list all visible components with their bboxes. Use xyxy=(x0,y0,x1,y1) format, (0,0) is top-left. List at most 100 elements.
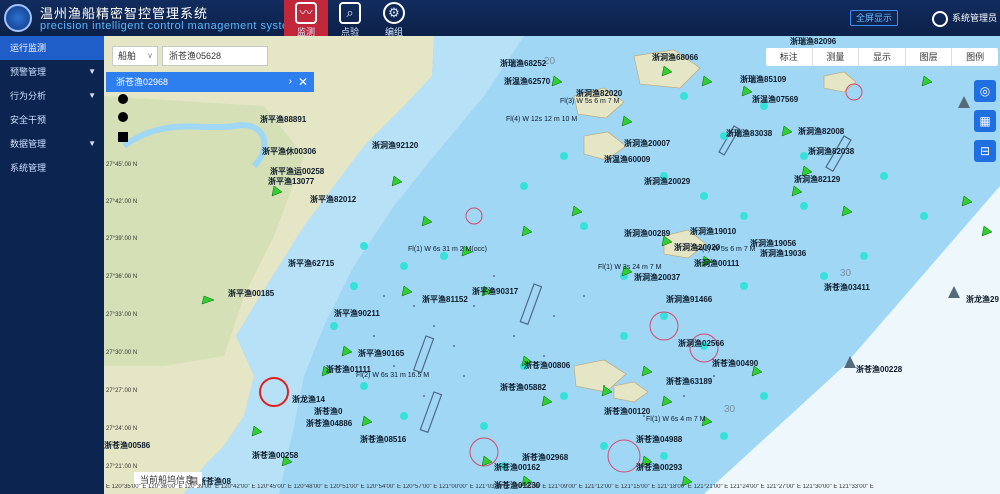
vessel-label[interactable]: 浙苍渔00162 xyxy=(494,462,540,473)
selected-ship-panel[interactable]: 浙苍渔02968 › ✕ xyxy=(106,72,314,92)
vessel-label[interactable]: 浙洞渔20029 xyxy=(644,176,690,187)
vessel-label[interactable]: 浙苍渔05882 xyxy=(500,382,546,393)
collapse-icon[interactable]: › xyxy=(289,72,292,92)
vessel-label[interactable]: 浙龙渔29 xyxy=(966,294,999,305)
vessel-label[interactable]: 浙平渔休00306 xyxy=(262,146,316,157)
vessel-label[interactable]: 浙平渔90165 xyxy=(358,348,404,359)
vessel-label[interactable]: 浙苍渔00228 xyxy=(856,364,902,375)
deep-water xyxy=(704,186,1000,494)
latitude-label: 27°39'.00 N xyxy=(106,236,138,242)
vessel-label[interactable]: 浙温渔07569 xyxy=(752,94,798,105)
app-header: 温州渔船精密智控管理系统 precision intelligent contr… xyxy=(0,0,1000,37)
vessel-label[interactable]: 浙洞渔19036 xyxy=(760,248,806,259)
vessel-label[interactable]: 浙平渔00185 xyxy=(228,288,274,299)
vessel-label[interactable]: 浙苍渔00258 xyxy=(252,450,298,461)
sea-chart-map[interactable]: 30 30 20 27°45'.00 N 27°42'.00 N 27°39'.… xyxy=(104,36,1000,494)
target-type-select[interactable]: 船舶 ∨ xyxy=(112,46,158,66)
vessel-label[interactable]: 浙洞渔82038 xyxy=(808,146,854,157)
document-search-icon: ⌕ xyxy=(339,2,361,24)
vessel-label[interactable]: 浙洞渔19010 xyxy=(690,226,736,237)
sidebar-item-data[interactable]: 数据管理 ▼ xyxy=(0,132,104,156)
sidebar-item-safety[interactable]: 安全干预 xyxy=(0,108,104,132)
sidebar-item-label: 运行监测 xyxy=(10,43,47,53)
user-name: 系统管理员 xyxy=(952,13,998,23)
close-icon[interactable]: ✕ xyxy=(298,72,308,92)
vessel-label[interactable]: 浙苍渔00806 xyxy=(524,360,570,371)
track-marker-icon[interactable] xyxy=(118,112,128,122)
avatar xyxy=(932,10,948,27)
vessel-label[interactable]: 浙平渔90317 xyxy=(472,286,518,297)
vessel-label[interactable]: 浙龙渔14 xyxy=(292,394,325,405)
vessel-label[interactable]: 浙苍渔04988 xyxy=(636,434,682,445)
sidebar-item-label: 预警管理 xyxy=(10,67,47,77)
radar-icon[interactable]: ◎ xyxy=(974,80,996,102)
monitor-chart-icon: 〰 xyxy=(295,2,317,24)
group-icon: ⚙ xyxy=(383,2,405,24)
vessel-label[interactable]: 浙洞渔20007 xyxy=(624,138,670,149)
tool-measure[interactable]: 测量 xyxy=(813,48,860,66)
vessel-label[interactable]: 浙苍渔63189 xyxy=(666,376,712,387)
light-characteristic: Fl(3) W 5s 6 m 7 M xyxy=(560,98,620,105)
sidebar-item-behavior[interactable]: 行为分析 ▼ xyxy=(0,84,104,108)
vessel-label[interactable]: 浙苍渔00293 xyxy=(636,462,682,473)
light-characteristic: Fl(1) W 5s 6 m 7 M xyxy=(696,246,756,253)
vessel-label[interactable]: 浙平渔82012 xyxy=(310,194,356,205)
vessel-label[interactable]: 浙洞渔00289 xyxy=(624,228,670,239)
sounding-label: 30 xyxy=(840,268,852,279)
chevron-down-icon: ∨ xyxy=(147,51,153,60)
vessel-label[interactable]: 浙瑞渔85109 xyxy=(740,74,786,85)
vessel-label[interactable]: 浙平渔13077 xyxy=(268,176,314,187)
tab-group[interactable]: ⚙ 编组 xyxy=(372,0,416,37)
light-characteristic: Fl(4) W 12s 12 m 10 M xyxy=(506,116,578,123)
track-marker-icon[interactable] xyxy=(118,94,128,104)
target-type-value: 船舶 xyxy=(118,51,137,61)
sidebar-item-system[interactable]: 系统管理 xyxy=(0,156,104,180)
tool-legend[interactable]: 图例 xyxy=(952,48,998,66)
sidebar-item-run-monitor[interactable]: 运行监测 xyxy=(0,36,104,60)
fullscreen-button[interactable]: 全屏显示 xyxy=(850,10,899,26)
tool-display[interactable]: 显示 xyxy=(859,48,906,66)
tab-monitor[interactable]: 〰 监测 xyxy=(284,0,328,37)
stop-marker-icon[interactable] xyxy=(118,132,128,142)
vessel-label[interactable]: 浙苍渔03411 xyxy=(824,282,870,293)
tool-mark[interactable]: 标注 xyxy=(766,48,813,66)
vessel-label[interactable]: 浙洞渔82129 xyxy=(794,174,840,185)
org-tree-icon[interactable]: ▦ xyxy=(974,110,996,132)
vessel-label[interactable]: 浙洞渔91466 xyxy=(666,294,712,305)
vessel-label[interactable]: 浙瑞渔82096 xyxy=(790,36,836,47)
light-characteristic: Fl(2) W 6s 31 m 16.5 M xyxy=(356,372,430,379)
vessel-label[interactable]: 浙洞渔92120 xyxy=(372,140,418,151)
light-characteristic: Fl(1) W 3s 24 m 7 M xyxy=(598,264,662,271)
vessel-label[interactable]: 浙洞渔00111 xyxy=(694,258,739,269)
vessel-label[interactable]: 浙平渔62715 xyxy=(288,258,334,269)
vessel-label[interactable]: 浙苍渔00120 xyxy=(604,406,650,417)
vessel-label[interactable]: 浙苍渔0 xyxy=(314,406,342,417)
app-subtitle: precision intelligent control management… xyxy=(40,20,299,32)
vessel-label[interactable]: 浙苍渔00586 xyxy=(104,440,150,451)
vessel-label[interactable]: 浙洞渔02566 xyxy=(678,338,724,349)
vessel-label[interactable]: 浙苍渔00490 xyxy=(712,358,758,369)
sidebar-item-label: 数据管理 xyxy=(10,139,47,149)
latitude-label: 27°27'.00 N xyxy=(106,388,138,394)
tool-layers[interactable]: 图层 xyxy=(906,48,953,66)
inbox-icon[interactable]: ⊟ xyxy=(974,140,996,162)
user-menu[interactable]: 系统管理员 xyxy=(932,9,997,27)
sidebar-item-label: 行为分析 xyxy=(10,91,47,101)
tab-inspection[interactable]: ⌕ 点验 xyxy=(328,0,372,37)
chevron-down-icon: ▼ xyxy=(88,91,96,100)
vessel-search-input[interactable]: 浙苍渔05628 xyxy=(162,46,268,66)
vessel-label[interactable]: 浙温渔62570 xyxy=(504,76,550,87)
vessel-label[interactable]: 浙洞渔68066 xyxy=(652,52,698,63)
vessel-label[interactable]: 浙洞渔20037 xyxy=(634,272,680,283)
vessel-label[interactable]: 浙平渔81152 xyxy=(422,294,468,305)
vessel-label[interactable]: 浙苍渔08516 xyxy=(360,434,406,445)
longitude-scale: E 120°35'00" E 120°36'00" E 120°39'00" E… xyxy=(106,484,874,490)
vessel-label[interactable]: 浙瑞渔83038 xyxy=(726,128,772,139)
vessel-label[interactable]: 浙瑞渔68252 xyxy=(500,58,546,69)
vessel-label[interactable]: 浙洞渔82008 xyxy=(798,126,844,137)
vessel-label[interactable]: 浙平渔90211 xyxy=(334,308,380,319)
vessel-label[interactable]: 浙平渔88891 xyxy=(260,114,306,125)
vessel-label[interactable]: 浙苍渔04886 xyxy=(306,418,352,429)
vessel-label[interactable]: 浙温渔60009 xyxy=(604,154,650,165)
sidebar-item-warning[interactable]: 预警管理 ▼ xyxy=(0,60,104,84)
